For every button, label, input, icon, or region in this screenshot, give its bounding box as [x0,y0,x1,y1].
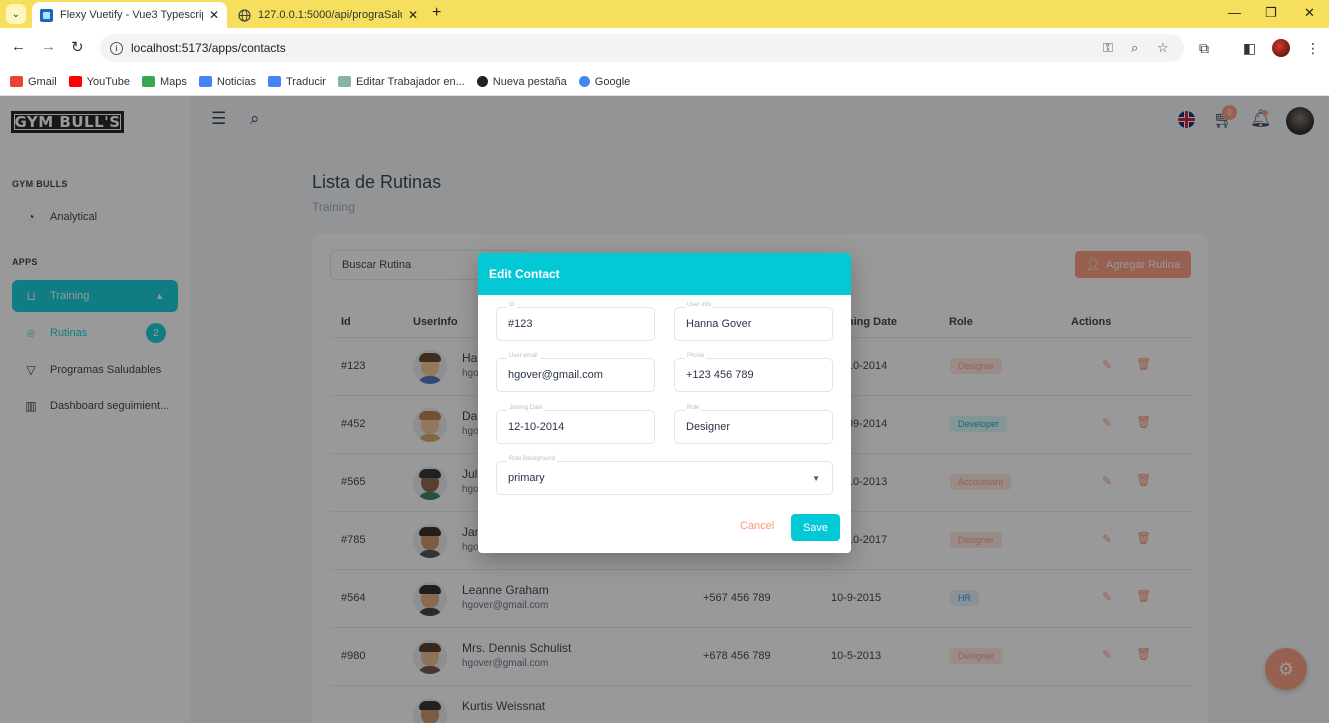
tab-title: Flexy Vuetify - Vue3 Typescript [60,9,203,21]
maps-icon [141,76,155,87]
browser-tab-bar: ⌄ Flexy Vuetify - Vue3 Typescript ✕ 127.… [0,0,1329,28]
bookmarks-bar: Gmail YouTube Maps Noticias Traducir Edi… [0,68,1329,96]
joining-date-field-label: Joining Date [507,405,545,411]
new-tab-bookmark-icon [476,76,488,87]
news-icon [198,76,212,87]
url-input[interactable]: i localhost:5173/apps/contacts [100,34,1184,62]
save-button[interactable]: Save [791,514,840,541]
phone-field-value: +123 456 789 [686,369,754,381]
profile-avatar[interactable] [1272,39,1290,57]
bookmark-youtube[interactable]: YouTube [68,76,130,88]
chevron-down-icon: ▼ [812,474,820,483]
joining-date-field[interactable]: Joining Date 12-10-2014 [496,405,655,444]
browser-tab-active[interactable]: Flexy Vuetify - Vue3 Typescript ✕ [32,2,227,28]
translate-icon [268,76,281,87]
site-info-icon[interactable]: i [110,41,123,55]
minimize-icon[interactable]: — [1228,5,1241,20]
bookmark-star-icon[interactable]: ☆ [1157,40,1169,56]
globe-icon [238,8,251,22]
bookmark-editar-trabajador[interactable]: Editar Trabajador en... [337,76,465,88]
vuetify-favicon-icon [40,8,53,22]
bookmark-google[interactable]: Google [578,76,630,88]
address-bar: ← → ↻ i localhost:5173/apps/contacts ⚿ ⌕… [0,28,1329,68]
document-icon [337,76,351,87]
role-background-label: Role Background [507,456,558,462]
bookmark-nueva-pestana[interactable]: Nueva pestaña [476,76,567,88]
back-icon[interactable]: ← [11,38,26,55]
bookmark-noticias[interactable]: Noticias [198,76,256,88]
side-panel-icon[interactable]: ◧ [1243,40,1256,57]
google-icon [578,76,590,87]
reload-icon[interactable]: ↻ [71,38,84,56]
dialog-title: Edit Contact [478,253,851,295]
edit-contact-dialog: Edit Contact Id #123 User info Hanna Gov… [478,253,851,553]
zoom-icon[interactable]: ⌕ [1131,40,1138,56]
role-field[interactable]: Role Designer [674,405,833,444]
userinfo-field-value: Hanna Gover [686,318,752,330]
close-tab-icon[interactable]: ✕ [209,8,219,22]
bookmark-gmail[interactable]: Gmail [10,76,57,88]
browser-tab[interactable]: 127.0.0.1:5000/api/prograSalud ✕ [230,2,426,28]
tab-search-icon[interactable]: ⌄ [6,4,26,24]
bookmark-maps[interactable]: Maps [141,76,187,88]
phone-field[interactable]: Phone +123 456 789 [674,353,833,392]
joining-date-field-value: 12-10-2014 [508,421,565,433]
gmail-icon [10,76,23,87]
more-menu-icon[interactable]: ⋮ [1306,40,1320,57]
email-field-label: User email [507,353,540,359]
cancel-button[interactable]: Cancel [740,520,774,532]
url-text: localhost:5173/apps/contacts [131,41,286,55]
password-key-icon[interactable]: ⚿ [1103,40,1113,56]
bookmark-traducir[interactable]: Traducir [268,76,326,88]
userinfo-field-label: User info [685,302,714,308]
role-background-select[interactable]: Role Background primary ▼ [496,456,833,495]
tab-title: 127.0.0.1:5000/api/prograSalud [258,9,402,21]
id-field[interactable]: Id #123 [496,302,655,341]
id-field-label: Id [507,302,517,308]
email-field-value: hgover@gmail.com [508,369,603,381]
new-tab-icon[interactable]: + [432,4,441,22]
id-field-value: #123 [508,318,533,330]
userinfo-field[interactable]: User info Hanna Gover [674,302,833,341]
role-field-label: Role [685,405,702,411]
close-tab-icon[interactable]: ✕ [408,8,418,22]
extensions-icon[interactable]: ⧉ [1199,40,1209,57]
forward-icon[interactable]: → [41,38,56,55]
role-field-value: Designer [686,421,731,433]
role-background-value: primary [508,472,545,484]
phone-field-label: Phone [685,353,707,359]
youtube-icon [68,76,82,87]
close-window-icon[interactable]: ✕ [1304,5,1315,21]
app-root: GYM BULL'S GYM BULLS ◔ Analytical APPS ⊔… [0,96,1329,723]
restore-icon[interactable]: ❐ [1265,5,1277,21]
email-field[interactable]: User email hgover@gmail.com [496,353,655,392]
